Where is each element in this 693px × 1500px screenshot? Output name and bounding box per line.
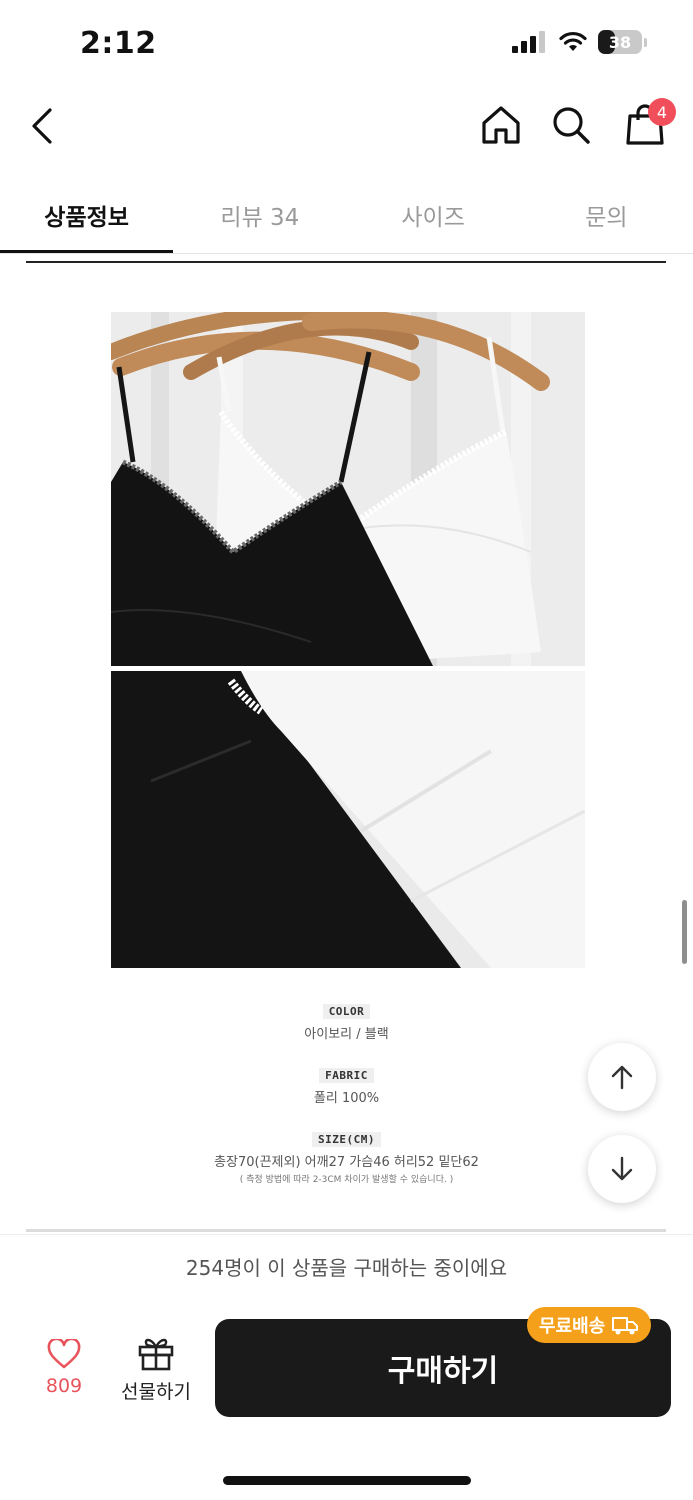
purchase-action-bar: 809 선물하기 구매하기 무료배송	[0, 1297, 693, 1500]
like-count: 809	[45, 1375, 83, 1397]
free-shipping-text: 무료배송	[539, 1316, 606, 1337]
like-button[interactable]: 809	[28, 1339, 100, 1409]
home-button[interactable]	[478, 100, 524, 150]
battery-icon: 38	[598, 30, 642, 54]
spec-color: COLOR 아이보리 / 블랙	[0, 1000, 693, 1042]
product-tabs: 상품정보 리뷰 34 사이즈 문의	[0, 178, 693, 254]
status-time: 2:12	[80, 26, 157, 61]
arrow-up-icon	[611, 1065, 633, 1090]
content-divider	[26, 261, 666, 263]
tab-size[interactable]: 사이즈	[347, 178, 520, 254]
heart-icon	[47, 1339, 81, 1369]
signal-icon	[512, 31, 545, 53]
battery-cap	[644, 37, 647, 47]
product-photo-hangers	[111, 312, 585, 666]
fabric-value: 폴리 100%	[313, 1091, 380, 1106]
back-button[interactable]	[22, 102, 62, 150]
buying-now-text: 254명이 이 상품을 구매하는 중이에요	[185, 1255, 508, 1280]
tab-reviews[interactable]: 리뷰 34	[173, 178, 346, 254]
status-bar: 2:12 38	[0, 0, 693, 90]
tab-product-info[interactable]: 상품정보	[0, 178, 174, 254]
home-icon	[482, 106, 520, 144]
gift-icon	[138, 1338, 174, 1371]
search-icon	[553, 107, 590, 144]
arrow-down-icon	[611, 1156, 633, 1181]
tab-divider	[0, 253, 693, 254]
buying-now-notice: 254명이 이 상품을 구매하는 중이에요	[0, 1234, 693, 1298]
color-value: 아이보리 / 블랙	[304, 1027, 389, 1042]
truck-icon	[612, 1317, 639, 1335]
fabric-label: FABRIC	[319, 1068, 374, 1083]
top-nav: 4	[0, 92, 693, 162]
battery-percent: 38	[608, 32, 632, 52]
gift-button[interactable]: 선물하기	[112, 1335, 200, 1405]
tab-inquiry[interactable]: 문의	[520, 178, 693, 254]
gift-label: 선물하기	[121, 1381, 191, 1403]
product-photo-fabric-detail	[111, 671, 585, 968]
chevron-left-icon	[32, 108, 52, 144]
size-label: SIZE(CM)	[312, 1132, 381, 1147]
wifi-icon	[559, 31, 587, 51]
scrollbar[interactable]	[682, 900, 687, 964]
bottom-divider	[26, 1229, 666, 1232]
search-button[interactable]	[548, 100, 594, 150]
color-label: COLOR	[322, 1004, 371, 1019]
cart-count-badge: 4	[648, 98, 676, 126]
scroll-down-button[interactable]	[588, 1135, 656, 1203]
home-indicator	[223, 1476, 471, 1485]
free-shipping-badge: 무료배송	[527, 1307, 652, 1343]
status-icons: 38	[512, 30, 647, 54]
scroll-top-button[interactable]	[588, 1043, 656, 1111]
